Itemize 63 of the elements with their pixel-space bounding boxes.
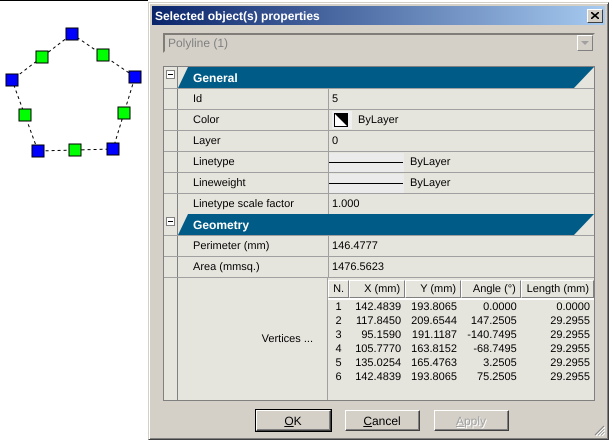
table-cell-text: 3 bbox=[334, 328, 343, 342]
collapse-toggle[interactable] bbox=[166, 70, 175, 79]
table-cell-text: 75.2505 bbox=[476, 370, 518, 384]
property-name: Layer bbox=[193, 135, 221, 147]
table-cell-text: 105.7770 bbox=[354, 342, 402, 356]
table-cell-text: 142.4839 bbox=[354, 300, 402, 314]
close-button[interactable] bbox=[587, 8, 603, 22]
property-name: Color bbox=[193, 114, 220, 126]
property-value: ByLayer bbox=[410, 177, 450, 189]
table-cell-text: -68.7495 bbox=[472, 342, 518, 356]
table-cell-text: 163.8152 bbox=[410, 342, 458, 356]
column-header[interactable]: Y (mm) bbox=[405, 280, 462, 298]
table-cell-text: 165.4763 bbox=[410, 356, 458, 370]
table-cell-text: 191.1187 bbox=[410, 328, 458, 342]
property-name: Area (mmsq.) bbox=[193, 261, 260, 273]
property-name: Linetype scale factor bbox=[193, 198, 294, 210]
table-cell-text: 4 bbox=[334, 342, 343, 356]
table-cell-text: 193.8065 bbox=[410, 370, 458, 384]
table-cell-text: 209.6544 bbox=[410, 314, 458, 328]
property-name: Lineweight bbox=[193, 177, 246, 189]
table-cell-text: 0.0000 bbox=[482, 300, 518, 314]
section-title: Geometry bbox=[193, 218, 250, 232]
property-name: Linetype bbox=[193, 156, 235, 168]
window-title: Selected object(s) properties bbox=[155, 8, 320, 22]
table-cell-text: 117.8450 bbox=[355, 314, 402, 328]
table-cell-text: 1 bbox=[334, 300, 343, 314]
property-value: ByLayer bbox=[358, 114, 398, 126]
property-name: Perimeter (mm) bbox=[193, 240, 270, 252]
section-title: General bbox=[193, 70, 238, 84]
table-cell-text: 2 bbox=[334, 314, 343, 328]
property-value: 0 bbox=[332, 135, 338, 147]
dialog-button[interactable]: Cancel bbox=[344, 410, 420, 431]
table-cell-text: 29.2955 bbox=[549, 342, 591, 356]
table-cell-text: 0.0000 bbox=[555, 300, 591, 314]
table-cell-text: -140.7495 bbox=[466, 328, 518, 342]
column-header[interactable]: Angle (°) bbox=[461, 280, 521, 298]
property-value: 1476.5623 bbox=[332, 261, 384, 273]
table-cell-text: 135.0254 bbox=[354, 356, 402, 370]
table-cell-text: 29.2955 bbox=[549, 370, 591, 384]
table-cell-text: 6 bbox=[334, 370, 343, 384]
table-cell-text: 29.2955 bbox=[549, 328, 591, 342]
collapse-toggle[interactable] bbox=[166, 217, 175, 226]
property-name: Id bbox=[193, 93, 202, 105]
table-cell-text: 29.2955 bbox=[549, 314, 591, 328]
property-value: 146.4777 bbox=[332, 240, 378, 252]
table-cell-text: 3.2505 bbox=[482, 356, 518, 370]
column-header[interactable]: N. bbox=[328, 280, 350, 298]
property-value: ByLayer bbox=[410, 156, 450, 168]
table-cell-text: 147.2505 bbox=[470, 314, 518, 328]
table-cell-text: 193.8065 bbox=[410, 300, 458, 314]
column-header[interactable]: X (mm) bbox=[349, 280, 406, 298]
table-cell-text: 5 bbox=[334, 356, 343, 370]
table-cell-text: 142.4839 bbox=[354, 370, 402, 384]
color-swatch-icon bbox=[334, 113, 348, 127]
table-cell-text: 95.1590 bbox=[360, 328, 402, 342]
property-value: 5 bbox=[332, 93, 338, 105]
resize-grip-icon bbox=[594, 425, 605, 436]
table-cell-text: 29.2955 bbox=[549, 356, 591, 370]
property-name: Vertices ... bbox=[262, 333, 313, 345]
dialog-button[interactable]: OK bbox=[256, 410, 330, 431]
property-value: 1.000 bbox=[332, 198, 360, 210]
column-header[interactable]: Length (mm) bbox=[520, 280, 594, 298]
close-icon bbox=[591, 12, 599, 19]
